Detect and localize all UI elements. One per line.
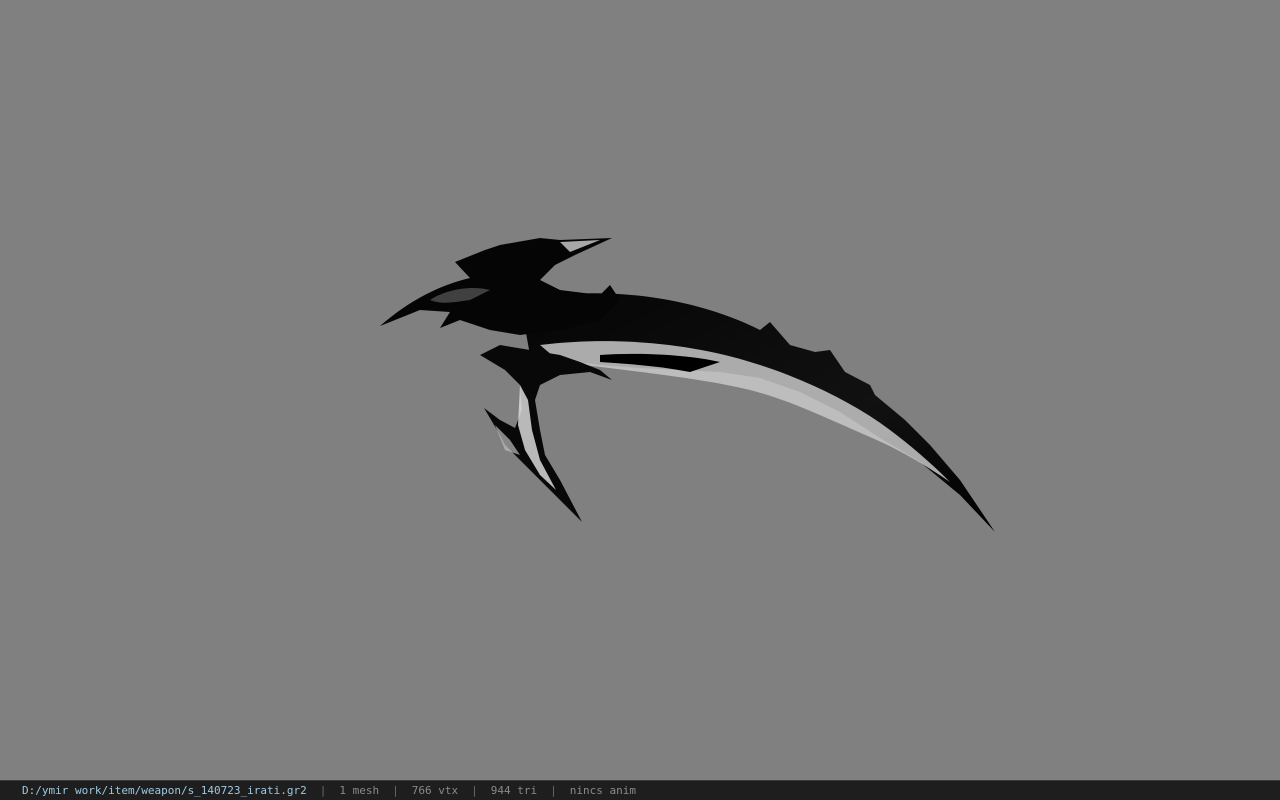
separator: |	[471, 784, 478, 797]
mesh-count: 1 mesh	[339, 784, 380, 797]
head-crest	[380, 238, 620, 335]
vertex-count: 766 vtx	[411, 784, 459, 797]
separator: |	[550, 784, 557, 797]
status-bar: D:/ymir work/item/weapon/s_140723_irati.…	[0, 780, 1280, 800]
triangle-count: 944 tri	[490, 784, 538, 797]
separator: |	[392, 784, 399, 797]
blade-main	[520, 293, 995, 532]
weapon-model	[380, 238, 995, 532]
animation-status: nincs anim	[569, 784, 636, 797]
3d-viewport[interactable]	[0, 0, 1280, 780]
separator: |	[319, 784, 327, 797]
file-path: D:/ymir work/item/weapon/s_140723_irati.…	[22, 784, 307, 797]
